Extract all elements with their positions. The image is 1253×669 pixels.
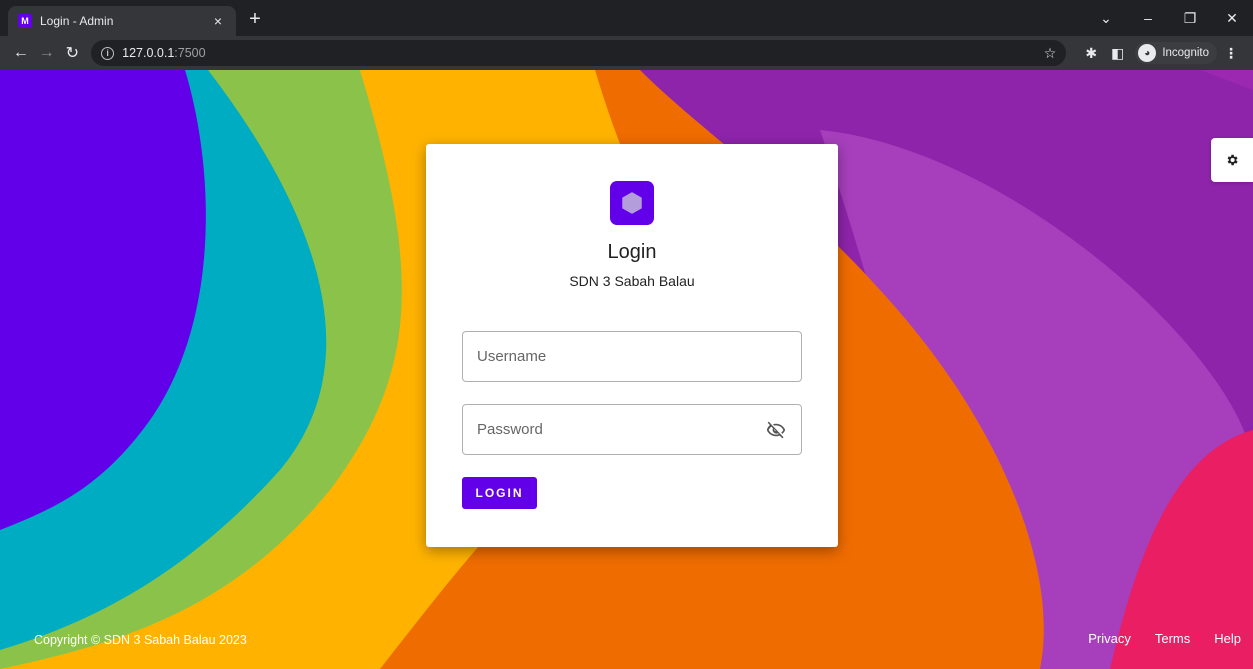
back-icon[interactable]: ← (8, 39, 34, 67)
site-info-icon[interactable]: i (101, 46, 115, 60)
help-link[interactable]: Help (1214, 631, 1241, 646)
password-field[interactable] (462, 404, 802, 455)
footer-copyright: Copyright © SDN 3 Sabah Balau 2023 (34, 633, 247, 647)
url-port: :7500 (174, 46, 206, 60)
incognito-icon: ◕ (1138, 44, 1157, 62)
browser-chrome: M Login - Admin × + ⌄ – ❐ ✕ ← → ↻ i 127.… (0, 0, 1253, 70)
url-host: 127.0.0.1 (122, 46, 175, 60)
login-button[interactable]: LOGIN (462, 477, 537, 509)
forward-icon[interactable]: → (34, 39, 60, 67)
kebab-menu-icon[interactable]: ⋮ (1224, 45, 1238, 62)
login-card: Login SDN 3 Sabah Balau LOGIN (426, 144, 838, 547)
extensions-icon[interactable]: ✱ (1085, 45, 1097, 62)
app-logo (610, 181, 654, 225)
hexagon-icon (622, 192, 642, 214)
footer-links: Privacy Terms Help (1088, 631, 1253, 646)
school-name: SDN 3 Sabah Balau (569, 273, 695, 289)
tab-title: Login - Admin (40, 14, 114, 28)
gear-icon (1227, 154, 1238, 166)
browser-toolbar: ← → ↻ i 127.0.0.1:7500 ☆ ✱ ◧ ◕ Incognito… (0, 36, 1253, 70)
minimize-button[interactable]: – (1127, 0, 1169, 36)
username-input[interactable] (477, 348, 787, 365)
password-input[interactable] (477, 421, 765, 438)
terms-link[interactable]: Terms (1155, 631, 1190, 646)
browser-tab[interactable]: M Login - Admin × (8, 6, 236, 36)
reload-icon[interactable]: ↻ (59, 39, 85, 67)
new-tab-button[interactable]: + (244, 9, 266, 31)
favicon-icon: M (18, 14, 32, 28)
window-controls: ⌄ – ❐ ✕ (1085, 0, 1253, 36)
side-panel-icon[interactable]: ◧ (1111, 45, 1124, 62)
page-title: Login (607, 241, 657, 263)
bookmark-star-icon[interactable]: ☆ (1044, 45, 1057, 62)
eye-off-icon[interactable] (765, 419, 787, 441)
tab-close-icon[interactable]: × (210, 13, 226, 29)
close-window-button[interactable]: ✕ (1211, 0, 1253, 36)
tab-search-icon[interactable]: ⌄ (1085, 0, 1127, 36)
privacy-link[interactable]: Privacy (1088, 631, 1131, 646)
username-field[interactable] (462, 331, 802, 382)
incognito-badge[interactable]: ◕ Incognito (1135, 42, 1217, 64)
settings-button[interactable] (1211, 138, 1253, 182)
tab-strip: M Login - Admin × + ⌄ – ❐ ✕ (0, 0, 1253, 36)
restore-button[interactable]: ❐ (1169, 0, 1211, 36)
incognito-label: Incognito (1162, 47, 1209, 59)
page-viewport: Login SDN 3 Sabah Balau LOGIN Copyright … (0, 70, 1253, 669)
address-bar[interactable]: i 127.0.0.1:7500 ☆ (91, 40, 1067, 66)
